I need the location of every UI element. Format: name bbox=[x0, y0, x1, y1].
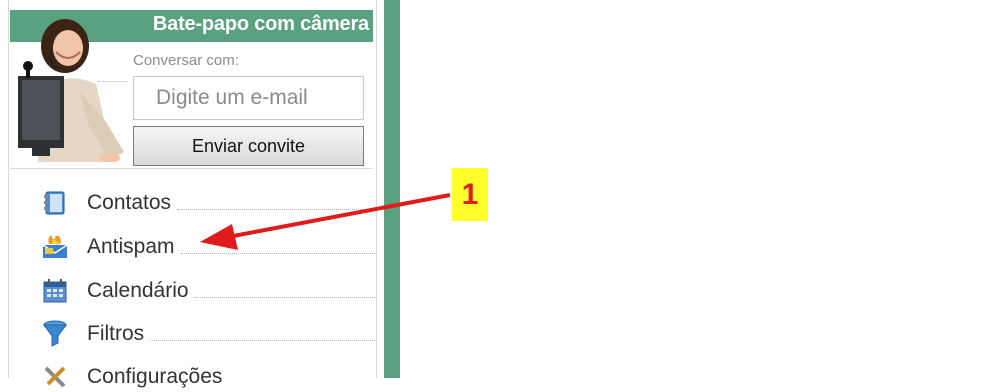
step-number: 1 bbox=[461, 177, 479, 211]
screenshot-stage: Bate-papo com câmera Conversar com: Envi… bbox=[0, 0, 991, 388]
step-number-badge: 1 bbox=[452, 168, 488, 221]
annotation-arrow bbox=[200, 193, 451, 250]
